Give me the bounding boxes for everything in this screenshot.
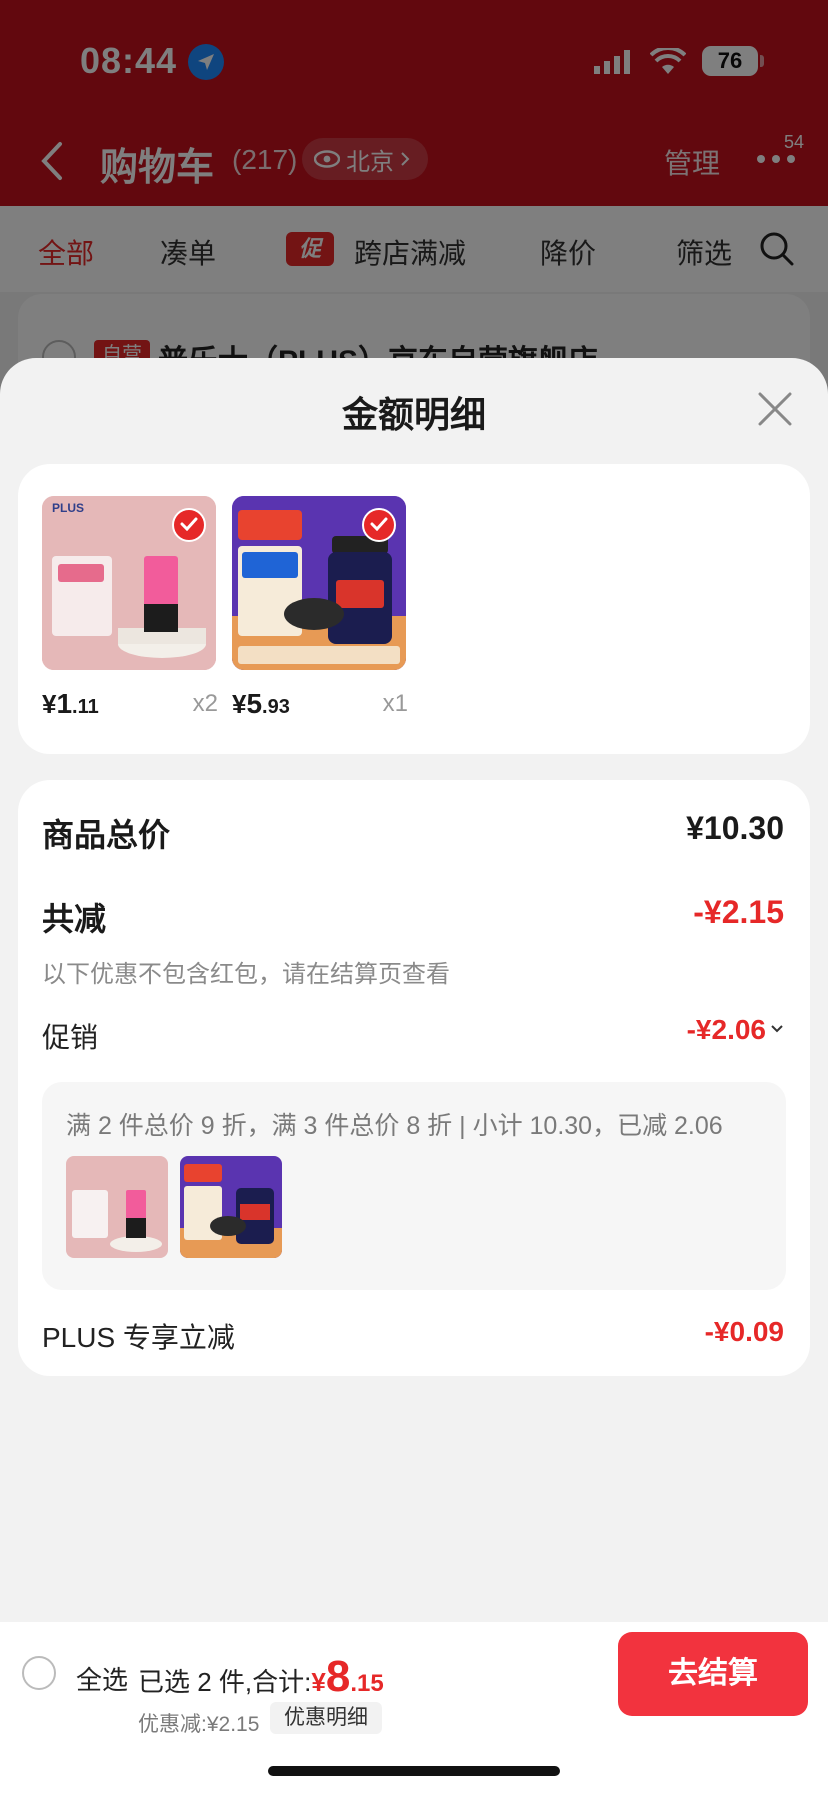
product-quantity: x1 — [382, 690, 408, 717]
home-indicator — [268, 1766, 560, 1776]
sheet-title: 金额明细 — [341, 394, 486, 435]
promo-value[interactable]: -¥2.06 — [687, 1014, 766, 1046]
close-icon[interactable] — [756, 390, 794, 428]
reduce-note: 以下优惠不包含红包，请在结算页查看 — [42, 961, 450, 988]
selected-check-icon[interactable] — [172, 508, 206, 542]
promo-product-thumb-jar — [180, 1156, 282, 1258]
promo-description: 满 2 件总价 9 折，满 3 件总价 8 折 | 小计 10.30，已减 2.… — [66, 1112, 723, 1140]
select-all-label[interactable]: 全选 — [76, 1660, 128, 1697]
select-all-radio[interactable] — [22, 1656, 56, 1690]
discount-summary: 优惠减:¥2.15 — [138, 1713, 260, 1736]
total-prefix: 已选 2 件,合计: — [138, 1667, 312, 1697]
selected-items-card: PLUS ¥1.11 x2 ¥5.93 x1 — [18, 464, 810, 754]
plus-discount-value: -¥0.09 — [704, 1316, 784, 1347]
product-quantity: x2 — [192, 690, 218, 717]
discount-detail-button[interactable]: 优惠明细 — [270, 1702, 382, 1734]
total-reduce-label: 共减 — [42, 901, 107, 937]
product-image-eraser: PLUS — [42, 496, 216, 670]
total-price-label: 商品总价 — [42, 817, 171, 853]
promo-label: 促销 — [42, 1022, 99, 1053]
checkout-button[interactable]: 去结算 — [618, 1632, 808, 1716]
plus-discount-label: PLUS 专享立减 — [42, 1322, 235, 1353]
checkout-bar: 全选 已选 2 件,合计:¥8.15 优惠减:¥2.15 优惠明细 去结算 — [0, 1622, 828, 1796]
promo-detail-box: 满 2 件总价 9 折，满 3 件总价 8 折 | 小计 10.30，已减 2.… — [42, 1082, 786, 1290]
product-price: ¥5.93 — [232, 688, 290, 719]
product-item[interactable]: ¥5.93 x1 — [232, 496, 408, 719]
product-price: ¥1.11 — [42, 688, 99, 719]
total-amount: ¥8.15 — [311, 1652, 384, 1701]
chevron-down-icon[interactable] — [770, 1024, 784, 1034]
total-summary: 已选 2 件,合计:¥8.15 — [138, 1652, 384, 1702]
promo-product-thumb-eraser — [66, 1156, 168, 1258]
total-reduce-value: -¥2.15 — [693, 894, 784, 930]
svg-text:PLUS: PLUS — [52, 501, 84, 515]
product-item[interactable]: PLUS ¥1.11 x2 — [42, 496, 218, 719]
total-price-value: ¥10.30 — [686, 810, 784, 846]
amount-detail-sheet: 金额明细 PLUS ¥1.11 x2 ¥5.93 x1 商品总价 ¥10.30 … — [0, 358, 828, 1796]
price-summary-card: 商品总价 ¥10.30 共减 -¥2.15 以下优惠不包含红包，请在结算页查看 … — [18, 780, 810, 1376]
selected-check-icon[interactable] — [362, 508, 396, 542]
product-image-jar — [232, 496, 406, 670]
